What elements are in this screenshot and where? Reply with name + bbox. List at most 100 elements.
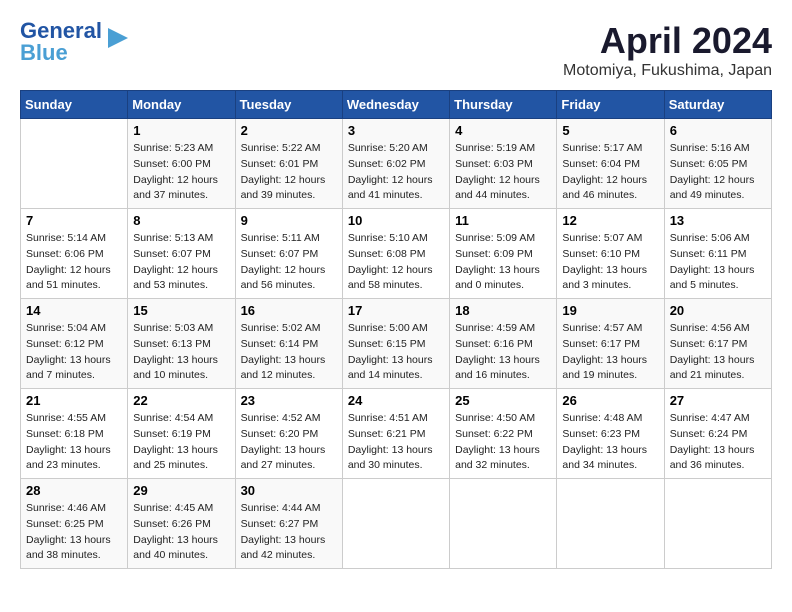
calendar-header-row: SundayMondayTuesdayWednesdayThursdayFrid… xyxy=(21,91,772,119)
day-number: 22 xyxy=(133,393,229,408)
cell-content: Sunrise: 5:07 AM Sunset: 6:10 PM Dayligh… xyxy=(562,231,658,294)
day-number: 6 xyxy=(670,123,766,138)
cell-content: Sunrise: 4:51 AM Sunset: 6:21 PM Dayligh… xyxy=(348,411,444,474)
logo-icon xyxy=(104,24,132,52)
header: General Blue April 2024 Motomiya, Fukush… xyxy=(20,20,772,80)
day-number: 17 xyxy=(348,303,444,318)
cell-content: Sunrise: 4:47 AM Sunset: 6:24 PM Dayligh… xyxy=(670,411,766,474)
calendar-cell: 15 Sunrise: 5:03 AM Sunset: 6:13 PM Dayli… xyxy=(128,299,235,389)
calendar-cell: 19 Sunrise: 4:57 AM Sunset: 6:17 PM Dayli… xyxy=(557,299,664,389)
day-number: 29 xyxy=(133,483,229,498)
calendar-cell: 12 Sunrise: 5:07 AM Sunset: 6:10 PM Dayli… xyxy=(557,209,664,299)
calendar-cell: 11Sunrise: 5:09 AM Sunset: 6:09 PM Dayli… xyxy=(450,209,557,299)
calendar-cell xyxy=(450,479,557,569)
calendar-cell: 24 Sunrise: 4:51 AM Sunset: 6:21 PM Dayli… xyxy=(342,389,449,479)
cell-content: Sunrise: 4:55 AM Sunset: 6:18 PM Dayligh… xyxy=(26,411,122,474)
day-number: 15 xyxy=(133,303,229,318)
calendar-cell: 26 Sunrise: 4:48 AM Sunset: 6:23 PM Dayli… xyxy=(557,389,664,479)
calendar-table: SundayMondayTuesdayWednesdayThursdayFrid… xyxy=(20,90,772,569)
day-number: 3 xyxy=(348,123,444,138)
day-number: 8 xyxy=(133,213,229,228)
calendar-cell xyxy=(342,479,449,569)
day-number: 19 xyxy=(562,303,658,318)
cell-content: Sunrise: 5:09 AM Sunset: 6:09 PM Dayligh… xyxy=(455,231,551,294)
cell-content: Sunrise: 5:10 AM Sunset: 6:08 PM Dayligh… xyxy=(348,231,444,294)
cell-content: Sunrise: 5:14 AM Sunset: 6:06 PM Dayligh… xyxy=(26,231,122,294)
calendar-week-row: 1 Sunrise: 5:23 AM Sunset: 6:00 PM Daylig… xyxy=(21,119,772,209)
cell-content: Sunrise: 4:44 AM Sunset: 6:27 PM Dayligh… xyxy=(241,501,337,564)
day-number: 30 xyxy=(241,483,337,498)
weekday-header-friday: Friday xyxy=(557,91,664,119)
cell-content: Sunrise: 5:16 AM Sunset: 6:05 PM Dayligh… xyxy=(670,141,766,204)
day-number: 12 xyxy=(562,213,658,228)
calendar-cell: 20Sunrise: 4:56 AM Sunset: 6:17 PM Dayli… xyxy=(664,299,771,389)
calendar-cell: 1 Sunrise: 5:23 AM Sunset: 6:00 PM Daylig… xyxy=(128,119,235,209)
calendar-week-row: 21 Sunrise: 4:55 AM Sunset: 6:18 PM Dayli… xyxy=(21,389,772,479)
day-number: 5 xyxy=(562,123,658,138)
day-number: 21 xyxy=(26,393,122,408)
cell-content: Sunrise: 5:06 AM Sunset: 6:11 PM Dayligh… xyxy=(670,231,766,294)
cell-content: Sunrise: 4:52 AM Sunset: 6:20 PM Dayligh… xyxy=(241,411,337,474)
calendar-cell: 18 Sunrise: 4:59 AM Sunset: 6:16 PM Dayli… xyxy=(450,299,557,389)
calendar-cell: 9 Sunrise: 5:11 AM Sunset: 6:07 PM Daylig… xyxy=(235,209,342,299)
calendar-cell: 13 Sunrise: 5:06 AM Sunset: 6:11 PM Dayli… xyxy=(664,209,771,299)
calendar-cell: 4 Sunrise: 5:19 AM Sunset: 6:03 PM Daylig… xyxy=(450,119,557,209)
calendar-cell: 7Sunrise: 5:14 AM Sunset: 6:06 PM Daylig… xyxy=(21,209,128,299)
calendar-cell: 17Sunrise: 5:00 AM Sunset: 6:15 PM Dayli… xyxy=(342,299,449,389)
calendar-week-row: 7Sunrise: 5:14 AM Sunset: 6:06 PM Daylig… xyxy=(21,209,772,299)
calendar-cell: 14Sunrise: 5:04 AM Sunset: 6:12 PM Dayli… xyxy=(21,299,128,389)
logo-text: General Blue xyxy=(20,20,102,64)
calendar-cell: 25Sunrise: 4:50 AM Sunset: 6:22 PM Dayli… xyxy=(450,389,557,479)
cell-content: Sunrise: 5:19 AM Sunset: 6:03 PM Dayligh… xyxy=(455,141,551,204)
calendar-cell: 27 Sunrise: 4:47 AM Sunset: 6:24 PM Dayli… xyxy=(664,389,771,479)
calendar-cell xyxy=(557,479,664,569)
cell-content: Sunrise: 5:13 AM Sunset: 6:07 PM Dayligh… xyxy=(133,231,229,294)
title-block: April 2024 Motomiya, Fukushima, Japan xyxy=(563,20,772,80)
cell-content: Sunrise: 5:11 AM Sunset: 6:07 PM Dayligh… xyxy=(241,231,337,294)
day-number: 26 xyxy=(562,393,658,408)
cell-content: Sunrise: 5:23 AM Sunset: 6:00 PM Dayligh… xyxy=(133,141,229,204)
weekday-header-saturday: Saturday xyxy=(664,91,771,119)
cell-content: Sunrise: 4:54 AM Sunset: 6:19 PM Dayligh… xyxy=(133,411,229,474)
day-number: 13 xyxy=(670,213,766,228)
weekday-header-tuesday: Tuesday xyxy=(235,91,342,119)
cell-content: Sunrise: 5:20 AM Sunset: 6:02 PM Dayligh… xyxy=(348,141,444,204)
day-number: 27 xyxy=(670,393,766,408)
weekday-header-thursday: Thursday xyxy=(450,91,557,119)
day-number: 4 xyxy=(455,123,551,138)
calendar-cell: 3 Sunrise: 5:20 AM Sunset: 6:02 PM Daylig… xyxy=(342,119,449,209)
weekday-header-sunday: Sunday xyxy=(21,91,128,119)
calendar-cell: 30 Sunrise: 4:44 AM Sunset: 6:27 PM Dayli… xyxy=(235,479,342,569)
calendar-cell: 6 Sunrise: 5:16 AM Sunset: 6:05 PM Daylig… xyxy=(664,119,771,209)
day-number: 2 xyxy=(241,123,337,138)
calendar-cell xyxy=(664,479,771,569)
day-number: 16 xyxy=(241,303,337,318)
day-number: 23 xyxy=(241,393,337,408)
calendar-cell: 23 Sunrise: 4:52 AM Sunset: 6:20 PM Dayli… xyxy=(235,389,342,479)
calendar-cell: 16 Sunrise: 5:02 AM Sunset: 6:14 PM Dayli… xyxy=(235,299,342,389)
cell-content: Sunrise: 4:46 AM Sunset: 6:25 PM Dayligh… xyxy=(26,501,122,564)
weekday-header-wednesday: Wednesday xyxy=(342,91,449,119)
day-number: 1 xyxy=(133,123,229,138)
cell-content: Sunrise: 4:45 AM Sunset: 6:26 PM Dayligh… xyxy=(133,501,229,564)
calendar-week-row: 28Sunrise: 4:46 AM Sunset: 6:25 PM Dayli… xyxy=(21,479,772,569)
cell-content: Sunrise: 4:57 AM Sunset: 6:17 PM Dayligh… xyxy=(562,321,658,384)
calendar-cell: 8 Sunrise: 5:13 AM Sunset: 6:07 PM Daylig… xyxy=(128,209,235,299)
day-number: 24 xyxy=(348,393,444,408)
cell-content: Sunrise: 5:02 AM Sunset: 6:14 PM Dayligh… xyxy=(241,321,337,384)
cell-content: Sunrise: 5:03 AM Sunset: 6:13 PM Dayligh… xyxy=(133,321,229,384)
calendar-cell: 29 Sunrise: 4:45 AM Sunset: 6:26 PM Dayli… xyxy=(128,479,235,569)
page-title: April 2024 xyxy=(563,20,772,62)
calendar-cell: 21 Sunrise: 4:55 AM Sunset: 6:18 PM Dayli… xyxy=(21,389,128,479)
day-number: 18 xyxy=(455,303,551,318)
calendar-cell: 22 Sunrise: 4:54 AM Sunset: 6:19 PM Dayli… xyxy=(128,389,235,479)
calendar-week-row: 14Sunrise: 5:04 AM Sunset: 6:12 PM Dayli… xyxy=(21,299,772,389)
cell-content: Sunrise: 4:48 AM Sunset: 6:23 PM Dayligh… xyxy=(562,411,658,474)
cell-content: Sunrise: 4:59 AM Sunset: 6:16 PM Dayligh… xyxy=(455,321,551,384)
cell-content: Sunrise: 5:04 AM Sunset: 6:12 PM Dayligh… xyxy=(26,321,122,384)
logo: General Blue xyxy=(20,20,132,64)
calendar-cell: 2Sunrise: 5:22 AM Sunset: 6:01 PM Daylig… xyxy=(235,119,342,209)
calendar-cell: 10Sunrise: 5:10 AM Sunset: 6:08 PM Dayli… xyxy=(342,209,449,299)
day-number: 9 xyxy=(241,213,337,228)
calendar-cell: 5Sunrise: 5:17 AM Sunset: 6:04 PM Daylig… xyxy=(557,119,664,209)
